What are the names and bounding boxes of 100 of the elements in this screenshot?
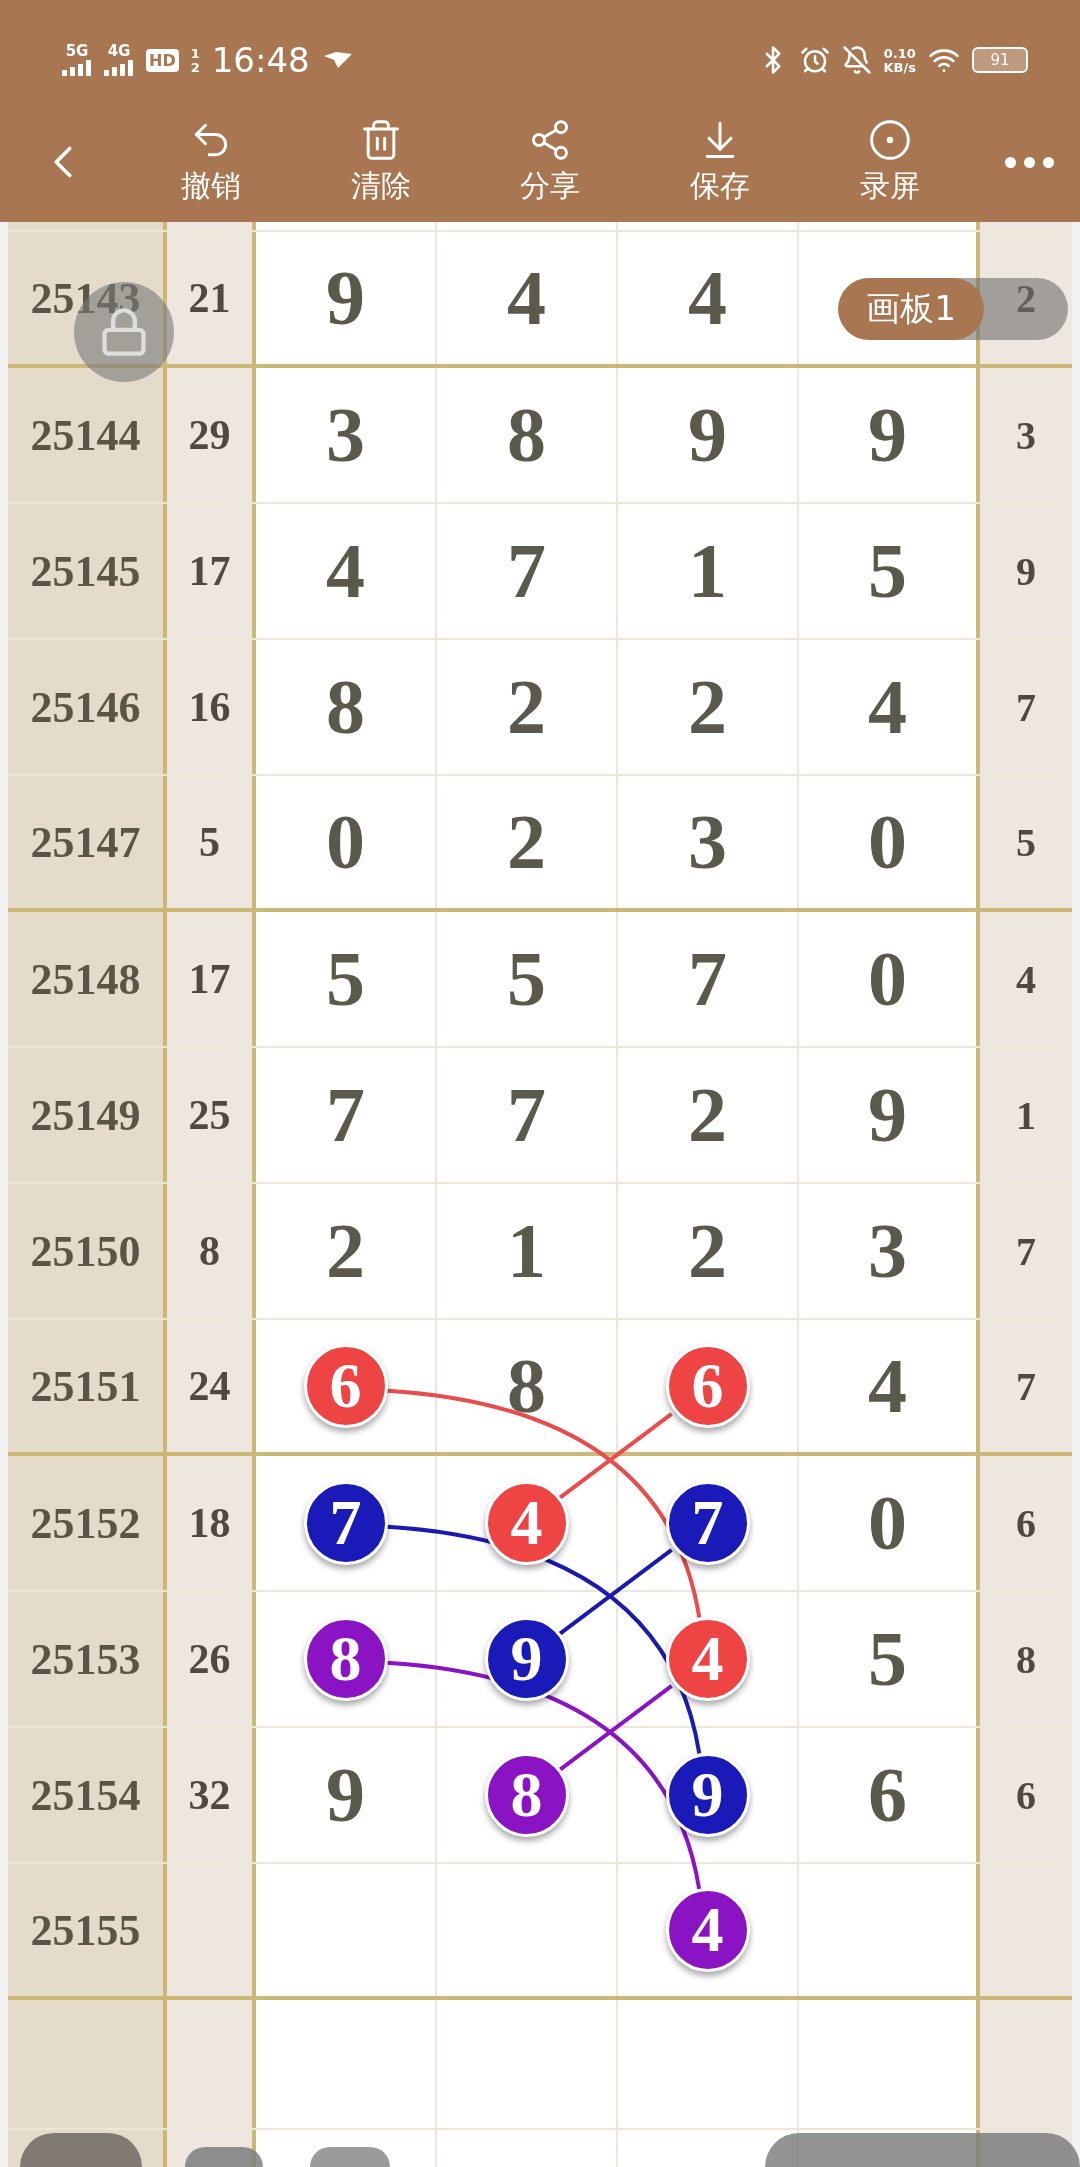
digit-cell: 3 [618, 776, 799, 908]
tail-cell: 7 [980, 1320, 1072, 1452]
hd-badge: HD [146, 48, 179, 72]
toolbar-button[interactable]: 分享 [520, 117, 581, 207]
digit-cell: 5 [256, 912, 437, 1046]
tail-cell: 6 [980, 1728, 1072, 1862]
clock-time: 16:48 [211, 40, 310, 80]
digit-cell: 0 [256, 776, 437, 908]
issue-number-cell: 25154 [8, 1728, 167, 1862]
sum-cell: 16 [167, 640, 256, 774]
tail-cell: 2 [980, 232, 1072, 364]
digit-cell: 3 [799, 1184, 980, 1318]
digit-cell: 4 [799, 640, 980, 774]
bell-off-icon [841, 45, 872, 75]
digit-cell: 4 [618, 232, 799, 364]
issue-number-cell: 25148 [8, 912, 167, 1046]
sum-cell: 26 [167, 1592, 256, 1726]
sum-cell: 21 [167, 232, 256, 364]
issue-number-cell: 25143 [8, 232, 167, 364]
more-button[interactable] [1005, 156, 1054, 168]
toolbar-button[interactable]: 撤销 [180, 117, 241, 207]
battery-indicator: 91 [972, 47, 1028, 73]
issue-number-cell: 25144 [8, 368, 167, 502]
sum-cell: 24 [167, 1320, 256, 1452]
digit-cell: 6 [799, 1728, 980, 1862]
sum-cell: 32 [167, 1728, 256, 1862]
floating-button[interactable] [310, 2147, 390, 2167]
record-icon [868, 117, 913, 162]
digit-cell: 2 [618, 640, 799, 774]
sum-cell: 25 [167, 1048, 256, 1182]
digit-cell: 5 [799, 1592, 980, 1726]
sim-slot-label: 2 [190, 60, 200, 74]
tail-cell: 3 [980, 368, 1072, 502]
digit-cell: 2 [437, 640, 618, 774]
digit-cell: 4 [799, 1320, 980, 1452]
toolbar-button[interactable]: 清除 [350, 117, 411, 207]
digit-cell: 3 [256, 368, 437, 502]
tail-cell: 1 [980, 1048, 1072, 1182]
floating-toolbar[interactable] [765, 2133, 1080, 2167]
tail-cell: 9 [980, 504, 1072, 638]
sim-slot-label: 1 [190, 46, 200, 60]
digit-cell: 8 [437, 1320, 618, 1452]
sum-cell: 17 [167, 912, 256, 1046]
digit-cell: 1 [618, 504, 799, 638]
digit-cell: 9 [256, 1728, 437, 1862]
tail-cell: 6 [980, 1456, 1072, 1590]
digit-ball: 7 [665, 1481, 750, 1565]
digit-cell: 2 [256, 1184, 437, 1318]
tail-cell: 7 [980, 1184, 1072, 1318]
issue-number-cell: 25145 [8, 504, 167, 638]
digit-cell: 9 [799, 1048, 980, 1182]
network-label: 5G [65, 44, 89, 59]
issue-number-cell: 25147 [8, 776, 167, 908]
digit-cell: 0 [799, 912, 980, 1046]
toolbar-button[interactable]: 录屏 [860, 117, 921, 207]
digit-cell: 9 [618, 368, 799, 502]
tail-cell: 4 [980, 912, 1072, 1046]
digit-cell: 8 [437, 368, 618, 502]
signal-icon [104, 60, 134, 76]
issue-number-cell: 25150 [8, 1184, 167, 1318]
digit-cell: 2 [618, 1184, 799, 1318]
issue-number-cell: 25146 [8, 640, 167, 774]
digit-cell: 9 [256, 232, 437, 364]
digit-cell: 7 [256, 1048, 437, 1182]
board-tab[interactable]: 画板1 [838, 278, 984, 340]
signal-icon [62, 60, 92, 76]
digit-cell: 2 [437, 776, 618, 908]
floating-button[interactable] [185, 2147, 263, 2167]
digit-cell: 9 [799, 368, 980, 502]
issue-number-cell: 25151 [8, 1320, 167, 1452]
tail-cell: 8 [980, 1592, 1072, 1726]
sum-cell: 29 [167, 368, 256, 502]
digit-cell: 8 [256, 640, 437, 774]
sum-cell: 17 [167, 504, 256, 638]
digit-cell: 7 [437, 1048, 618, 1182]
digit-cell: 1 [437, 1184, 618, 1318]
digit-cell: 4 [437, 232, 618, 364]
issue-number-cell: 25155 [8, 1864, 167, 1996]
digit-cell: 5 [799, 504, 980, 638]
sum-cell: 5 [167, 776, 256, 908]
digit-cell: 4 [256, 504, 437, 638]
digit-cell: 2 [618, 1048, 799, 1182]
digit-cell: 0 [799, 1456, 980, 1590]
sum-cell: 8 [167, 1184, 256, 1318]
toolbar-button[interactable]: 保存 [690, 117, 751, 207]
digit-ball: 9 [665, 1753, 750, 1837]
network-label: 4G [107, 44, 131, 59]
network-speed-value: 0.10 [883, 46, 916, 60]
tail-cell: 7 [980, 640, 1072, 774]
digit-cell: 7 [618, 912, 799, 1046]
issue-number-cell: 25149 [8, 1048, 167, 1182]
digit-cell: 7 [437, 504, 618, 638]
issue-number-cell: 25152 [8, 1456, 167, 1590]
digit-cell: 5 [437, 912, 618, 1046]
tail-cell: 5 [980, 776, 1072, 908]
network-speed-unit: KB/s [883, 60, 916, 74]
issue-number-cell: 25153 [8, 1592, 167, 1726]
sum-cell: 18 [167, 1456, 256, 1590]
digit-cell: 0 [799, 776, 980, 908]
alarm-icon [799, 45, 830, 75]
